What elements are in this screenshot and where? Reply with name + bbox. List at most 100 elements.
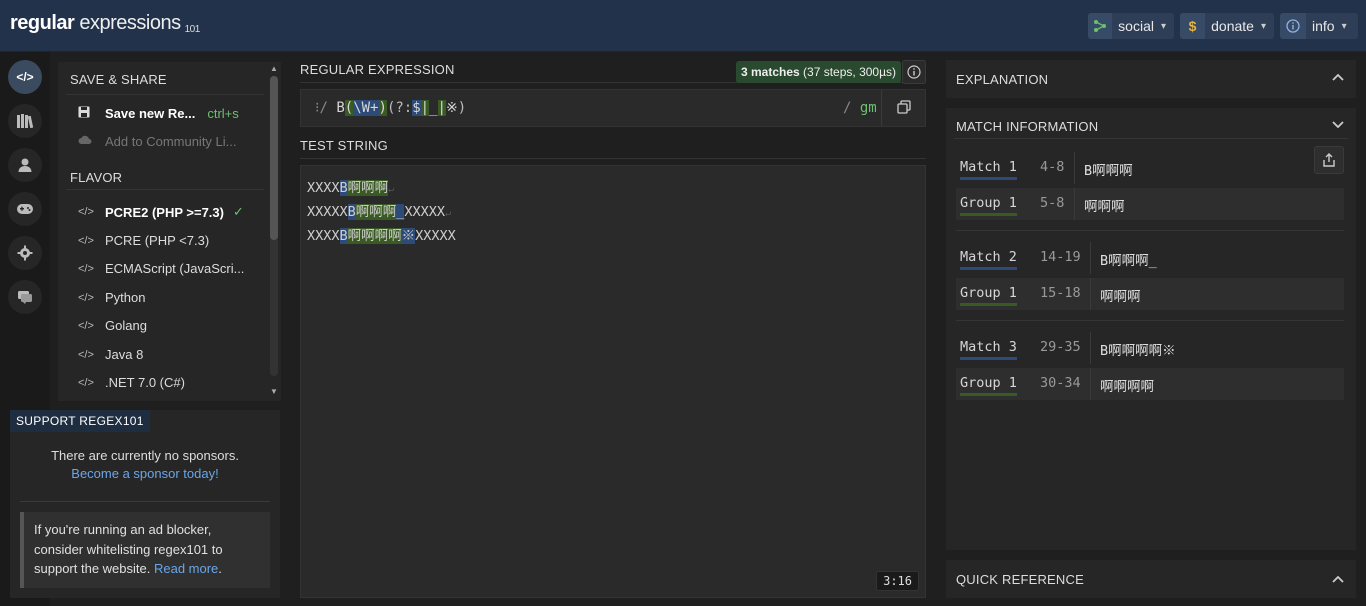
top-header: regular expressions 101 social ▾ $ donate…	[0, 0, 1366, 52]
chevron-up-icon[interactable]	[1332, 70, 1344, 84]
save-new-label: Save new Re...	[105, 106, 196, 121]
explanation-title: EXPLANATION	[956, 72, 1049, 87]
group-label: Group 1	[960, 195, 1017, 216]
match-highlight: B	[339, 228, 348, 244]
chat-icon	[18, 291, 32, 304]
code-icon: </>	[78, 234, 94, 247]
test-string-editor[interactable]: XXXXB啊啊啊↵ XXXXXB啊啊啊_XXXXX↵ XXXXB啊啊啊啊※XXX…	[300, 165, 926, 598]
group-highlight: 啊啊啊	[347, 180, 389, 196]
regex-token-alternation: |	[420, 100, 430, 116]
unmatched-text: XXXXX	[307, 204, 348, 220]
match-range: 4-8	[1040, 159, 1065, 175]
logo-light-text: expressions	[74, 12, 181, 34]
group-label: Group 1	[960, 375, 1017, 396]
chevron-down-icon[interactable]	[1332, 118, 1344, 132]
explanation-panel[interactable]: EXPLANATION	[946, 60, 1356, 98]
group-range: 5-8	[1040, 195, 1065, 211]
scroll-up-icon[interactable]: ▲	[270, 64, 278, 73]
donate-button[interactable]: $ donate ▾	[1180, 13, 1274, 39]
regex-input-box[interactable]: ⁝/ B(\W+)(?:$|_|※) / gm	[300, 89, 926, 127]
flavor-item-dotnet[interactable]: </> .NET 7.0 (C#)	[78, 375, 185, 390]
regex-token-nonword: \W+	[353, 100, 379, 116]
settings-nav-button[interactable]	[8, 236, 42, 270]
match-highlight: B	[339, 180, 348, 196]
flavor-item-pcre2[interactable]: </> PCRE2 (PHP >=7.3) ✓	[78, 204, 244, 220]
match-row[interactable]: Match 2 14-19 B啊啊啊_	[956, 242, 1344, 274]
code-icon: </>	[78, 319, 94, 332]
flavor-item-java[interactable]: </> Java 8	[78, 347, 143, 362]
code-icon: </>	[16, 70, 34, 84]
checkmark-icon: ✓	[232, 204, 244, 219]
side-menu-scrollbar[interactable]: ▲ ▼	[268, 62, 280, 401]
no-sponsors-text: There are currently no sponsors.	[51, 448, 239, 463]
divider	[1090, 278, 1091, 310]
match-count: 3 matches	[741, 65, 800, 79]
quick-reference-panel[interactable]: QUICK REFERENCE	[946, 560, 1356, 598]
social-button[interactable]: social ▾	[1088, 13, 1174, 39]
flavor-label: PCRE2 (PHP >=7.3)	[105, 204, 224, 220]
group-label: Group 1	[960, 285, 1017, 306]
match-row[interactable]: Match 3 29-35 B啊啊啊啊※	[956, 332, 1344, 364]
match-label: Match 3	[960, 339, 1017, 360]
account-nav-button[interactable]	[8, 148, 42, 182]
group-row[interactable]: Group 1 30-34 啊啊啊啊	[956, 368, 1344, 400]
quick-reference-title: QUICK REFERENCE	[956, 572, 1084, 587]
line-break-icon: ↵	[388, 184, 395, 195]
test-string-label: TEST STRING	[300, 138, 388, 153]
flavor-item-python[interactable]: </> Python	[78, 290, 145, 305]
code-icon: </>	[78, 206, 94, 218]
flavor-item-golang[interactable]: </> Golang	[78, 318, 147, 333]
chat-nav-button[interactable]	[8, 280, 42, 314]
flavor-item-pcre[interactable]: </> PCRE (PHP <7.3)	[78, 233, 209, 248]
match-row[interactable]: Match 1 4-8 B啊啊啊	[956, 152, 1344, 184]
regex-info-button[interactable]	[902, 60, 926, 84]
become-sponsor-link[interactable]: Become a sponsor today!	[71, 466, 218, 481]
regex-token-anchor: $	[412, 100, 421, 116]
group-row[interactable]: Group 1 5-8 啊啊啊	[956, 188, 1344, 220]
ad-blocker-notice: If you're running an ad blocker, conside…	[20, 512, 270, 588]
match-count-badge: 3 matches (37 steps, 300µs)	[736, 61, 901, 83]
library-nav-button[interactable]	[8, 104, 42, 138]
scroll-thumb[interactable]	[270, 76, 278, 240]
regex-editor-nav-button[interactable]: </>	[8, 60, 42, 94]
regex-flags[interactable]: gm	[860, 100, 877, 116]
copy-regex-button[interactable]	[897, 100, 911, 119]
add-community-label: Add to Community Li...	[105, 134, 237, 149]
divider	[1090, 332, 1091, 364]
save-new-regex-item[interactable]: Save new Re... ctrl+s	[78, 106, 239, 121]
flavor-label: PCRE (PHP <7.3)	[105, 233, 210, 248]
divider	[20, 501, 270, 502]
test-line: XXXXB啊啊啊啊※XXXXX	[307, 224, 456, 244]
regex-token-close: )	[457, 100, 467, 116]
info-button[interactable]: info ▾	[1280, 13, 1358, 39]
chevron-down-icon: ▾	[1160, 20, 1166, 32]
unmatched-text: XXXXX	[404, 204, 446, 220]
donate-label: donate	[1211, 18, 1254, 34]
add-to-community-item[interactable]: Add to Community Li...	[78, 134, 237, 149]
regex-input[interactable]: ⁝/ B(\W+)(?:$|_|※)	[315, 100, 466, 116]
match-information-title: MATCH INFORMATION	[956, 119, 1099, 134]
code-icon: </>	[78, 262, 94, 275]
support-panel: SUPPORT REGEX101 There are currently no …	[10, 410, 280, 598]
divider	[956, 230, 1344, 231]
cursor-position: 3:16	[876, 571, 919, 591]
unmatched-text: XXXX	[307, 180, 340, 196]
logo[interactable]: regular expressions 101	[10, 12, 200, 35]
support-heading: SUPPORT REGEX101	[10, 410, 150, 432]
match-value: B啊啊啊	[1084, 163, 1133, 179]
group-row[interactable]: Group 1 15-18 啊啊啊	[956, 278, 1344, 310]
match-steps: (37 steps, 300µs)	[799, 65, 896, 79]
scroll-down-icon[interactable]: ▼	[270, 387, 278, 396]
flavor-label: Python	[105, 290, 146, 305]
cloud-upload-icon	[78, 134, 94, 149]
flavor-heading: FLAVOR	[70, 170, 123, 185]
chevron-up-icon[interactable]	[1332, 572, 1344, 586]
read-more-link[interactable]: Read more	[154, 561, 218, 576]
quiz-nav-button[interactable]	[8, 192, 42, 226]
match-label: Match 2	[960, 249, 1017, 270]
regex-delimiter-open: /	[319, 100, 328, 116]
regex-token: B	[336, 100, 345, 116]
logo-sub-text: 101	[184, 24, 201, 35]
group-highlight: 啊啊啊	[355, 204, 397, 220]
flavor-item-ecmascript[interactable]: </> ECMAScript (JavaScri...	[78, 261, 244, 276]
